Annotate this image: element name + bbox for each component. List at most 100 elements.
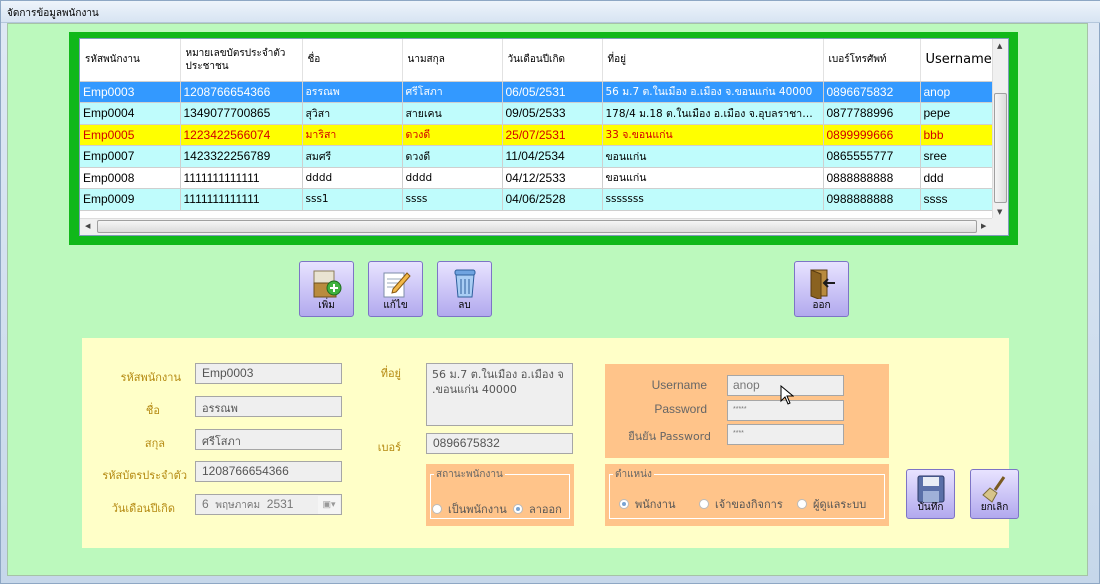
table-cell-addr[interactable]: 33 จ.ขอนแก่น [602,124,824,146]
table-cell-dob[interactable]: 04/12/2533 [502,167,603,189]
table-cell-card[interactable]: 1349077700865 [180,102,303,125]
table-cell-card[interactable]: 1208766654366 [180,81,303,103]
position-admin-radio[interactable]: ผู้ดูแลระบบ [797,495,866,513]
col-header-address[interactable]: ที่อยู่ [602,39,824,82]
col-header-phone[interactable]: เบอร์โทรศัพท์ [823,39,921,82]
add-button[interactable]: เพิ่ม [299,261,354,317]
table-cell-id[interactable]: Emp0008 [80,167,181,189]
delete-button[interactable]: ลบ [437,261,492,317]
main-window: จัดการข้อมูลพนักงาน รหัสพนักงาน หมายเลขบ… [0,0,1100,584]
table-cell-user[interactable]: bbb [920,124,995,146]
emp-id-label: รหัสพนักงาน [120,371,181,384]
table-cell-id[interactable]: Emp0004 [80,102,181,125]
scroll-left-icon[interactable]: ◀ [85,222,90,230]
table-row[interactable]: Emp0007 1423322256789 สมศรี ดวงดี 11/04/2534… [80,145,995,168]
table-cell-first[interactable]: dddd [302,167,403,189]
address-textarea[interactable]: 56 ม.7 ต.ในเมือง อ.เมือง จ .ขอนแก่น 4000… [426,363,573,426]
table-cell-dob[interactable]: 25/07/2531 [502,124,603,146]
cancel-button-label: ยกเลิก [980,502,1009,513]
table-cell-phone[interactable]: 0899999666 [823,124,921,146]
scroll-down-icon[interactable]: ▼ [997,208,1002,216]
table-cell-dob[interactable]: 04/06/2528 [502,188,603,211]
status-active-radio[interactable]: เป็นพนักงาน [432,500,507,518]
table-cell-first[interactable]: สุวิสา [302,102,403,125]
table-cell-first[interactable]: อรรณพ [302,81,403,103]
col-header-card[interactable]: หมายเลขบัตรประจำตัวประชาชน [180,39,303,82]
table-cell-phone[interactable]: 0865555777 [823,145,921,168]
table-cell-first[interactable]: sss1 [302,188,403,211]
table-cell-dob[interactable]: 09/05/2533 [502,102,603,125]
table-row[interactable]: Emp0009 1111111111111 sss1 ssss 04/06/2528 ss… [80,188,995,211]
table-row[interactable]: Emp0003 1208766654366 อรรณพ ศรีโสภา 06/05/25… [80,81,995,103]
table-cell-addr[interactable]: ขอนแก่น [602,167,824,189]
table-cell-user[interactable]: ddd [920,167,995,189]
table-cell-last[interactable]: ดวงดี [402,145,503,168]
calendar-dropdown-icon[interactable]: ▣▾ [318,496,340,514]
col-header-dob[interactable]: วันเดือนปีเกิด [502,39,603,82]
col-header-first-name[interactable]: ชื่อ [302,39,403,82]
table-cell-addr[interactable]: sssssss [602,188,824,211]
table-cell-card[interactable]: 1423322256789 [180,145,303,168]
edit-button[interactable]: แก้ไข [368,261,423,317]
table-cell-phone[interactable]: 0877788996 [823,102,921,125]
table-cell-first[interactable]: มาริสา [302,124,403,146]
table-row[interactable]: Emp0004 1349077700865 สุวิสา สายเคน 09/05/25… [80,102,995,125]
table-cell-card[interactable]: 1111111111111 [180,167,303,189]
col-header-emp-id[interactable]: รหัสพนักงาน [80,39,181,82]
vertical-scroll-thumb[interactable] [994,93,1007,203]
table-cell-id[interactable]: Emp0007 [80,145,181,168]
table-cell-card[interactable]: 1111111111111 [180,188,303,211]
grid-vertical-scrollbar[interactable]: ▲ ▼ [992,39,1008,219]
table-cell-id[interactable]: Emp0005 [80,124,181,146]
grid-horizontal-scrollbar[interactable]: ◀ ▶ [80,218,994,235]
employee-grid[interactable]: รหัสพนักงาน หมายเลขบัตรประจำตัวประชาชน ช… [79,38,1009,236]
confirm-password-field[interactable]: **** [727,424,844,445]
table-row[interactable]: Emp0005 1223422566074 มาริสา ดวงดี 25/07/253… [80,124,995,146]
table-cell-id[interactable]: Emp0003 [80,81,181,103]
card-field[interactable]: 1208766654366 [195,461,342,482]
table-cell-last[interactable]: ดวงดี [402,124,503,146]
table-cell-first[interactable]: สมศรี [302,145,403,168]
table-cell-addr[interactable]: 56 ม.7 ต.ในเมือง อ.เมือง จ.ขอนแก่น 40000 [602,81,824,103]
table-cell-dob[interactable]: 06/05/2531 [502,81,603,103]
table-cell-last[interactable]: ssss [402,188,503,211]
grid-body: Emp0003 1208766654366 อรรณพ ศรีโสภา 06/05/25… [80,81,995,211]
table-cell-phone[interactable]: 0888888888 [823,167,921,189]
save-button-label: บันทึก [917,502,944,513]
scroll-up-icon[interactable]: ▲ [997,42,1002,50]
phone-field[interactable]: 0896675832 [426,433,573,454]
horizontal-scroll-thumb[interactable] [97,220,977,233]
table-cell-id[interactable]: Emp0009 [80,188,181,211]
surname-field[interactable]: ศรีโสภา [195,429,342,450]
table-cell-addr[interactable]: ขอนแก่น [602,145,824,168]
add-button-label: เพิ่ม [318,300,335,311]
table-cell-user[interactable]: anop [920,81,995,103]
table-cell-addr[interactable]: 178/4 ม.18 ต.ในเมือง อ.เมือง จ.อุบลราชาน… [602,102,824,125]
table-cell-user[interactable]: ssss [920,188,995,211]
name-field[interactable]: อรรณพ [195,396,342,417]
emp-id-field[interactable]: Emp0003 [195,363,342,384]
dob-datepicker[interactable]: 6 พฤษภาคม 2531 ▣▾ [195,494,342,515]
table-cell-last[interactable]: สายเคน [402,102,503,125]
table-cell-phone[interactable]: 0988888888 [823,188,921,211]
table-cell-user[interactable]: pepe [920,102,995,125]
exit-button[interactable]: ออก [794,261,849,317]
table-cell-dob[interactable]: 11/04/2534 [502,145,603,168]
position-legend: ตำแหน่ง [613,467,654,482]
col-header-last-name[interactable]: นามสกุล [402,39,503,82]
col-header-username[interactable]: Username [920,39,995,82]
position-employee-radio[interactable]: พนักงาน [619,495,676,513]
table-row[interactable]: Emp0008 1111111111111 dddd dddd 04/12/2533 ขอ… [80,167,995,189]
position-owner-radio[interactable]: เจ้าของกิจการ [699,495,783,513]
username-label: Username [651,378,707,392]
status-legend: สถานะพนักงาน [434,467,505,482]
status-left-radio[interactable]: ลาออก [513,500,562,518]
table-cell-user[interactable]: sree [920,145,995,168]
save-button[interactable]: บันทึก [906,469,955,519]
table-cell-last[interactable]: dddd [402,167,503,189]
table-cell-last[interactable]: ศรีโสภา [402,81,503,103]
table-cell-phone[interactable]: 0896675832 [823,81,921,103]
cancel-button[interactable]: ยกเลิก [970,469,1019,519]
table-cell-card[interactable]: 1223422566074 [180,124,303,146]
scroll-right-icon[interactable]: ▶ [981,222,986,230]
